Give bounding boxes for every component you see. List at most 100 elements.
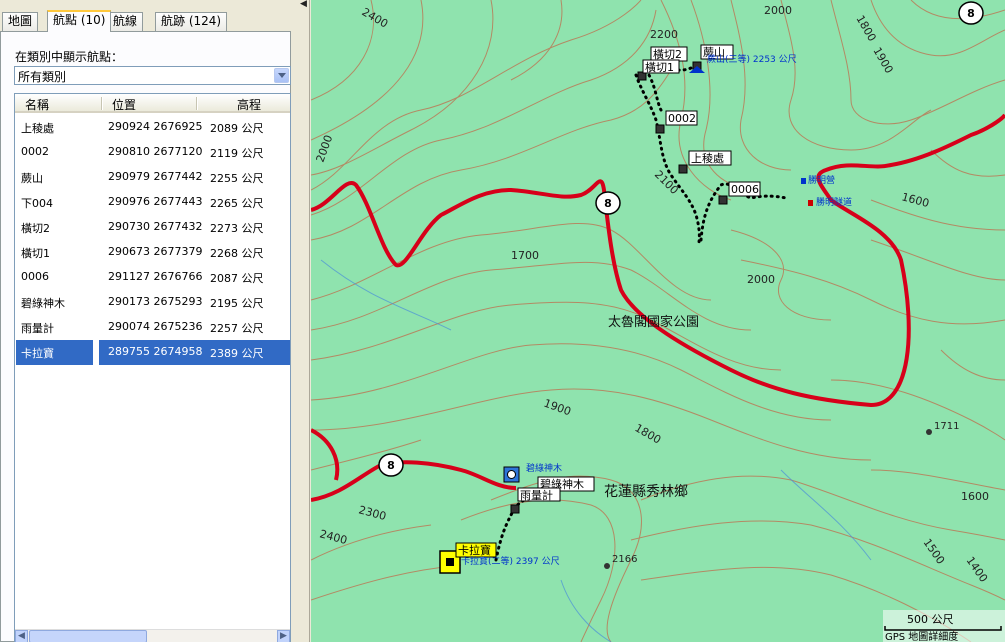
cell-elevation: 2273 公尺 [210, 222, 264, 235]
horizontal-scrollbar[interactable]: ◀ ▶ [15, 629, 290, 642]
waypoints-tab-page: 在類別中顯示航點： 所有類別 名稱 位置 高程 上稜處 290924 267692… [0, 31, 291, 642]
cell-name: 橫切1 [21, 247, 50, 260]
poi-marker [808, 200, 813, 206]
cell-elevation: 2089 公尺 [210, 122, 264, 135]
cell-position: 290924 2676925 [108, 120, 203, 133]
cell-name: 蕨山 [21, 172, 43, 185]
waypoint-label-shangleng: 上稜處 [691, 151, 724, 165]
map-scale: 500 公尺 GPS 地圖詳細度 [883, 610, 1005, 642]
cell-position: 290173 2675293 [108, 295, 203, 308]
scale-distance: 500 公尺 [907, 613, 954, 626]
cell-elevation: 2087 公尺 [210, 272, 264, 285]
road-shield-label: 8 [604, 197, 612, 210]
cell-elevation: 2255 公尺 [210, 172, 264, 185]
topographic-map[interactable]: 2400 2000 1800 1900 2000 1600 2200 2100 … [311, 0, 1005, 642]
cell-elevation: 2195 公尺 [210, 297, 264, 310]
table-row[interactable]: 蕨山 290979 2677442 2255 公尺 [15, 165, 290, 190]
table-row[interactable]: 0006 291127 2676766 2087 公尺 [15, 265, 290, 290]
tab-waypoints[interactable]: 航點 (10) [47, 10, 112, 32]
waypoint-list[interactable]: 名稱 位置 高程 上稜處 290924 2676925 2089 公尺 0002 290… [14, 93, 291, 642]
table-row[interactable]: 雨量計 290074 2675236 2257 公尺 [15, 315, 290, 340]
road-shield-label: 8 [967, 7, 975, 20]
column-header-position[interactable]: 位置 [112, 96, 136, 113]
road-shield-label: 8 [387, 459, 395, 472]
waypoint-label-yokogiri2: 橫切2 [653, 47, 682, 61]
scroll-thumb[interactable] [29, 630, 147, 642]
selected-waypoint-core [446, 558, 454, 566]
category-select[interactable]: 所有類別 [14, 66, 291, 85]
waypoint-label-rain: 雨量計 [520, 488, 553, 502]
table-row[interactable]: 上稜處 290924 2676925 2089 公尺 [15, 115, 290, 140]
waypoint-label-kalabao: 卡拉寶 [458, 543, 491, 557]
cell-name: 0002 [21, 145, 49, 158]
camera-lens [507, 470, 516, 479]
table-row[interactable]: 0002 290810 2677120 2119 公尺 [15, 140, 290, 165]
detail-label: GPS 地圖詳細度 [885, 630, 958, 642]
contour-label: 1600 [961, 490, 989, 503]
cell-name: 橫切2 [21, 222, 50, 235]
column-header-elevation[interactable]: 高程 [237, 96, 261, 113]
cell-name: 雨量計 [21, 322, 54, 335]
poi-label-bilu: 碧綠神木 [526, 462, 562, 474]
cell-elevation: 2265 公尺 [210, 197, 264, 210]
waypoint-marker[interactable] [678, 164, 688, 174]
tab-tracks[interactable]: 航跡 (124) [155, 12, 228, 31]
waypoint-marker[interactable] [655, 124, 665, 134]
poi-label-kalabao-tri: 卡拉寶(二等) 2397 公尺 [461, 555, 560, 567]
waypoint-panel: 地圖 航點 (10) 航線 航跡 (124) 在類別中顯示航點： 所有類別 名稱… [0, 0, 298, 642]
poi-label-shengming-ying: 勝明營 [808, 174, 835, 186]
waypoint-marker[interactable] [510, 504, 520, 514]
contour-label: 2200 [650, 28, 678, 41]
contour-label: 2000 [747, 273, 775, 286]
road-shield: 8 [958, 1, 984, 25]
cell-elevation: 2257 公尺 [210, 322, 264, 335]
peak-marker [926, 429, 932, 435]
table-row[interactable]: 橫切1 290673 2677379 2268 公尺 [15, 240, 290, 265]
column-divider[interactable] [101, 97, 103, 110]
table-row[interactable]: 碧綠神木 290173 2675293 2195 公尺 [15, 290, 290, 315]
cell-elevation: 2268 公尺 [210, 247, 264, 260]
cell-position: 290673 2677379 [108, 245, 203, 258]
cell-elevation: 2119 公尺 [210, 147, 264, 160]
table-row[interactable]: 卡拉寶 289755 2674958 2389 公尺 [15, 340, 290, 365]
category-select-value: 所有類別 [18, 70, 67, 84]
table-row[interactable]: 橫切2 290730 2677432 2273 公尺 [15, 215, 290, 240]
column-header-name[interactable]: 名稱 [25, 96, 49, 113]
column-divider[interactable] [196, 97, 198, 110]
cell-name: 下004 [21, 197, 53, 210]
peak-label-2166: 2166 [612, 554, 637, 565]
cell-elevation: 2389 公尺 [210, 347, 264, 360]
waypoint-label-yokogiri1: 橫切1 [645, 60, 674, 74]
cell-name: 0006 [21, 270, 49, 283]
collapse-panel-icon[interactable]: ◀ [300, 0, 309, 9]
poi-label-shengming-trail: 勝明隧道 [816, 196, 852, 208]
chevron-down-icon[interactable] [274, 68, 289, 83]
scroll-left-icon[interactable]: ◀ [15, 630, 28, 642]
table-row[interactable]: 下004 290976 2677443 2265 公尺 [15, 190, 290, 215]
cell-position: 290979 2677442 [108, 170, 203, 183]
tab-bar: 地圖 航點 (10) 航線 航跡 (124) [0, 10, 298, 32]
tab-map[interactable]: 地圖 [2, 12, 39, 31]
cell-name: 碧綠神木 [21, 297, 65, 310]
category-filter-label: 在類別中顯示航點： [15, 50, 124, 64]
road-shield: 8 [378, 453, 404, 477]
peak-label-1711: 1711 [934, 421, 959, 432]
road-shield: 8 [595, 191, 621, 215]
cell-position: 290074 2675236 [108, 320, 203, 333]
park-label: 太魯閣國家公園 [608, 314, 699, 330]
waypoint-marker[interactable] [718, 195, 728, 205]
poi-marker [801, 178, 806, 184]
list-header: 名稱 位置 高程 [15, 94, 290, 113]
scroll-right-icon[interactable]: ▶ [277, 630, 290, 642]
poi-label-fernmtn-tri: 蕨山(三等) 2253 公尺 [707, 53, 797, 65]
cell-position: 291127 2676766 [108, 270, 203, 283]
waypoint-label-0002: 0002 [668, 112, 696, 125]
cell-name: 卡拉寶 [21, 347, 54, 360]
cell-position: 289755 2674958 [108, 345, 203, 358]
cell-position: 290730 2677432 [108, 220, 203, 233]
waypoint-label-0006: 0006 [731, 183, 759, 196]
contour-label: 1700 [511, 249, 539, 262]
tab-routes[interactable]: 航線 [107, 12, 144, 31]
cell-position: 290810 2677120 [108, 145, 203, 158]
panel-splitter[interactable]: ◀ [298, 0, 310, 642]
